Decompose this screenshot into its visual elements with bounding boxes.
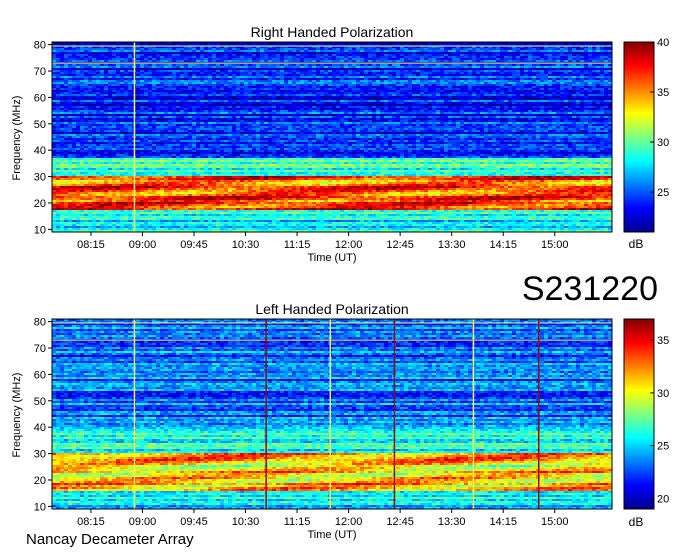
spectrogram-plot xyxy=(52,42,612,232)
y-axis-label: Frequency (MHz) xyxy=(11,96,23,181)
chart-title: Right Handed Polarization xyxy=(251,24,414,40)
panel-right-handed: Right Handed Polarization Frequency (MHz… xyxy=(11,24,669,264)
spectrogram-figure: Right Handed Polarization Frequency (MHz… xyxy=(0,0,680,552)
